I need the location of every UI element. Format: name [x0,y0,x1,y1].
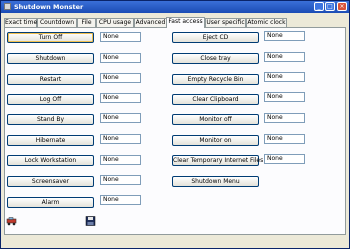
restart-button[interactable]: Restart [7,74,94,85]
maximize-button[interactable]: □ [325,2,335,11]
stand-by-button[interactable]: Stand By [7,114,94,125]
tab-countdown[interactable]: Countdown [37,18,77,27]
stand-by-hotkey-field[interactable]: None [100,113,141,123]
window-title: Shutdown Monster [14,3,84,11]
shutdown-menu-button[interactable]: Shutdown Menu [172,176,259,187]
empty-recycle-bin-button[interactable]: Empty Recycle Bin [172,74,259,85]
close-button[interactable]: × [337,2,347,11]
tab-file[interactable]: File [77,18,96,27]
app-icon [4,3,11,10]
monitor-on-button[interactable]: Monitor on [172,135,259,146]
monitor-off-button[interactable]: Monitor off [172,114,259,125]
title-bar[interactable]: Shutdown Monster _ □ × [1,1,349,13]
close-tray-button[interactable]: Close tray [172,53,259,64]
screensaver-button[interactable]: Screensaver [7,176,94,187]
tab-fast-access[interactable]: Fast access [166,17,205,28]
tab-advanced[interactable]: Advanced [134,18,167,27]
eject-cd-button[interactable]: Eject CD [172,32,259,43]
fast-access-panel: Turn Off None Shutdown None Restart None… [4,27,346,235]
app-window: Shutdown Monster _ □ × Exact time Countd… [0,0,350,249]
tab-exact-time[interactable]: Exact time [4,18,37,27]
save-icon[interactable] [85,216,96,226]
monitor-on-hotkey-field[interactable]: None [264,134,305,144]
close-tray-hotkey-field[interactable]: None [264,52,305,62]
shutdown-hotkey-field[interactable]: None [100,53,141,63]
eject-cd-hotkey-field[interactable]: None [264,31,305,41]
alarm-hotkey-field[interactable]: None [100,195,141,205]
lock-workstation-hotkey-field[interactable]: None [100,155,141,165]
restart-hotkey-field[interactable]: None [100,73,141,83]
tab-cpu-usage[interactable]: CPU usage [96,18,134,27]
log-off-hotkey-field[interactable]: None [100,93,141,103]
turn-off-button[interactable]: Turn Off [7,32,94,43]
car-icon[interactable] [6,216,17,226]
alarm-button[interactable]: Alarm [7,197,94,208]
shutdown-button[interactable]: Shutdown [7,53,94,64]
clear-clipboard-hotkey-field[interactable]: None [264,92,305,102]
tab-user-specific[interactable]: User specific [205,18,246,27]
log-off-button[interactable]: Log Off [7,94,94,105]
monitor-off-hotkey-field[interactable]: None [264,113,305,123]
empty-recycle-bin-hotkey-field[interactable]: None [264,72,305,82]
hibernate-hotkey-field[interactable]: None [100,134,141,144]
minimize-button[interactable]: _ [314,2,324,11]
clear-clipboard-button[interactable]: Clear Clipboard [172,94,259,105]
screensaver-hotkey-field[interactable]: None [100,175,141,185]
tab-atomic-clock[interactable]: Atomic clock [246,18,287,27]
clear-temporary-internet-files-hotkey-field[interactable]: None [264,154,305,164]
turn-off-hotkey-field[interactable]: None [100,32,141,42]
lock-workstation-button[interactable]: Lock Workstation [7,155,94,166]
hibernate-button[interactable]: Hibernate [7,135,94,146]
clear-temporary-internet-files-button[interactable]: Clear Temporary Internet Files [172,155,263,166]
